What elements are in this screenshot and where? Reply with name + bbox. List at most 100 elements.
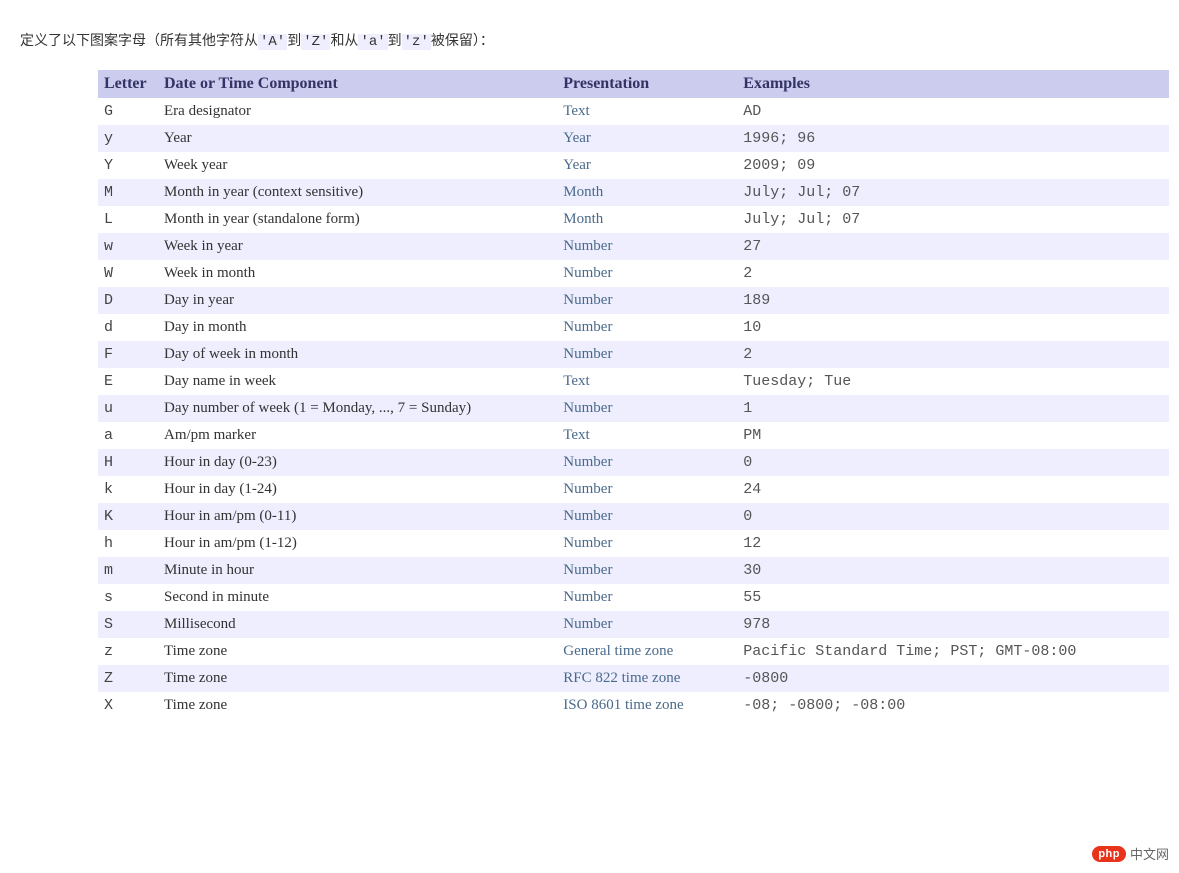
cell-presentation: Number xyxy=(557,584,737,611)
cell-presentation: Text xyxy=(557,98,737,125)
presentation-link[interactable]: Number xyxy=(563,454,612,470)
table-row: DDay in yearNumber189 xyxy=(98,287,1169,314)
cell-letter: F xyxy=(98,341,158,368)
cell-component: Day number of week (1 = Monday, ..., 7 =… xyxy=(158,395,557,422)
cell-letter: h xyxy=(98,530,158,557)
presentation-link[interactable]: Year xyxy=(563,130,591,146)
cell-letter: m xyxy=(98,557,158,584)
cell-component: Month in year (context sensitive) xyxy=(158,179,557,206)
cell-component: Time zone xyxy=(158,665,557,692)
cell-letter: Y xyxy=(98,152,158,179)
cell-presentation: Number xyxy=(557,314,737,341)
intro-code: 'Z' xyxy=(301,34,330,50)
cell-letter: G xyxy=(98,98,158,125)
cell-component: Minute in hour xyxy=(158,557,557,584)
presentation-link[interactable]: Number xyxy=(563,238,612,254)
cell-presentation: Month xyxy=(557,179,737,206)
presentation-link[interactable]: Number xyxy=(563,319,612,335)
presentation-link[interactable]: Month xyxy=(563,211,603,227)
cell-examples: -08; -0800; -08:00 xyxy=(737,692,1169,719)
cell-component: Millisecond xyxy=(158,611,557,638)
presentation-link[interactable]: Text xyxy=(563,373,589,389)
cell-letter: u xyxy=(98,395,158,422)
cell-component: Hour in day (0-23) xyxy=(158,449,557,476)
cell-component: Week year xyxy=(158,152,557,179)
presentation-link[interactable]: Year xyxy=(563,157,591,173)
presentation-link[interactable]: Number xyxy=(563,481,612,497)
cell-letter: L xyxy=(98,206,158,233)
table-row: wWeek in yearNumber27 xyxy=(98,233,1169,260)
intro-code: 'a' xyxy=(358,34,387,50)
cell-letter: D xyxy=(98,287,158,314)
presentation-link[interactable]: Number xyxy=(563,535,612,551)
presentation-link[interactable]: Number xyxy=(563,616,612,632)
presentation-link[interactable]: RFC 822 time zone xyxy=(563,670,680,686)
cell-component: Day name in week xyxy=(158,368,557,395)
table-row: sSecond in minuteNumber55 xyxy=(98,584,1169,611)
cell-examples: 0 xyxy=(737,449,1169,476)
cell-letter: a xyxy=(98,422,158,449)
intro-seg: 被保留）： xyxy=(431,32,494,48)
cell-letter: k xyxy=(98,476,158,503)
cell-presentation: Number xyxy=(557,530,737,557)
cell-examples: 2 xyxy=(737,341,1169,368)
watermark-badge: php xyxy=(1092,846,1126,862)
cell-presentation: Text xyxy=(557,422,737,449)
cell-component: Time zone xyxy=(158,638,557,665)
presentation-link[interactable]: Number xyxy=(563,508,612,524)
intro-seg: 到 xyxy=(287,32,301,48)
cell-component: Day in month xyxy=(158,314,557,341)
cell-presentation: Number xyxy=(557,395,737,422)
presentation-link[interactable]: ISO 8601 time zone xyxy=(563,697,683,713)
col-examples: Examples xyxy=(737,70,1169,98)
cell-component: Week in month xyxy=(158,260,557,287)
cell-examples: July; Jul; 07 xyxy=(737,179,1169,206)
cell-letter: K xyxy=(98,503,158,530)
presentation-link[interactable]: Number xyxy=(563,589,612,605)
col-presentation: Presentation xyxy=(557,70,737,98)
cell-presentation: Text xyxy=(557,368,737,395)
cell-examples: 1996; 96 xyxy=(737,125,1169,152)
table-row: kHour in day (1-24)Number24 xyxy=(98,476,1169,503)
cell-examples: 27 xyxy=(737,233,1169,260)
intro-code: 'A' xyxy=(258,34,287,50)
cell-letter: H xyxy=(98,449,158,476)
cell-component: Time zone xyxy=(158,692,557,719)
presentation-link[interactable]: Number xyxy=(563,400,612,416)
table-row: YWeek year Year 2009; 09 xyxy=(98,152,1169,179)
cell-examples: 24 xyxy=(737,476,1169,503)
table-row: uDay number of week (1 = Monday, ..., 7 … xyxy=(98,395,1169,422)
presentation-link[interactable]: Number xyxy=(563,265,612,281)
cell-examples: July; Jul; 07 xyxy=(737,206,1169,233)
presentation-link[interactable]: Number xyxy=(563,562,612,578)
cell-examples: 2009; 09 xyxy=(737,152,1169,179)
cell-presentation: Year xyxy=(557,152,737,179)
cell-letter: z xyxy=(98,638,158,665)
table-row: WWeek in monthNumber2 xyxy=(98,260,1169,287)
presentation-link[interactable]: Text xyxy=(563,103,589,119)
cell-examples: 2 xyxy=(737,260,1169,287)
cell-examples: Pacific Standard Time; PST; GMT-08:00 xyxy=(737,638,1169,665)
intro-code: 'z' xyxy=(402,34,431,50)
cell-presentation: ISO 8601 time zone xyxy=(557,692,737,719)
presentation-link[interactable]: Number xyxy=(563,346,612,362)
intro-text: 定义了以下图案字母（所有其他字符从'A'到'Z'和从'a'到'z'被保留）： xyxy=(0,20,1179,70)
presentation-link[interactable]: Month xyxy=(563,184,603,200)
presentation-link[interactable]: Text xyxy=(563,427,589,443)
cell-examples: 30 xyxy=(737,557,1169,584)
presentation-link[interactable]: General time zone xyxy=(563,643,673,659)
presentation-link[interactable]: Number xyxy=(563,292,612,308)
cell-letter: w xyxy=(98,233,158,260)
cell-component: Second in minute xyxy=(158,584,557,611)
cell-component: Day of week in month xyxy=(158,341,557,368)
cell-letter: X xyxy=(98,692,158,719)
cell-examples: 10 xyxy=(737,314,1169,341)
watermark: php 中文网 xyxy=(1092,844,1169,863)
table-row: aAm/pm markerTextPM xyxy=(98,422,1169,449)
cell-presentation: Number xyxy=(557,260,737,287)
table-row: EDay name in weekTextTuesday; Tue xyxy=(98,368,1169,395)
cell-component: Era designator xyxy=(158,98,557,125)
table-row: mMinute in hour Number 30 xyxy=(98,557,1169,584)
cell-examples: 12 xyxy=(737,530,1169,557)
cell-letter: y xyxy=(98,125,158,152)
